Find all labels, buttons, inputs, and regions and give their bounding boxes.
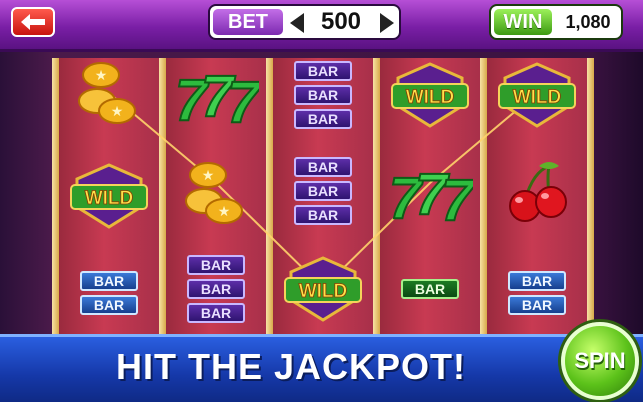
wild-symbol: WILD <box>380 60 480 130</box>
bet-increase-arrow-icon[interactable] <box>380 13 394 33</box>
bar-tile: BAR <box>508 271 566 291</box>
bar-tile: BAR <box>401 279 459 299</box>
promo-banner: HIT THE JACKPOT! <box>0 334 643 402</box>
wild-text: WILD <box>406 87 455 108</box>
slot-reels: ★ ★ WILD BAR BAR 7 7 7 ★ ★ BAR BAR BAR B… <box>52 58 594 334</box>
double-bar-symbol: BAR BAR <box>487 258 587 328</box>
spin-button[interactable]: SPIN <box>561 322 639 400</box>
coins-symbol: ★ ★ <box>166 158 266 228</box>
svg-text:★: ★ <box>218 204 231 220</box>
win-value: 1,080 <box>565 11 611 32</box>
triple-bar-symbol: BAR BAR BAR <box>166 254 266 324</box>
seven-symbol: 7 7 7 <box>380 158 480 228</box>
lucky-seven-icon: 7 7 7 <box>388 161 473 226</box>
bet-value: 500 <box>320 8 362 35</box>
svg-text:7: 7 <box>441 168 473 226</box>
bet-selector: BET 500 <box>208 4 401 40</box>
triple-bar-symbol: BAR BAR BAR <box>273 156 373 226</box>
bar-tile: BAR <box>80 271 138 291</box>
wild-badge-icon: WILD <box>391 62 469 128</box>
wild-text: WILD <box>85 188 134 209</box>
wild-symbol: WILD <box>273 254 373 324</box>
bar-tile: BAR <box>294 85 352 105</box>
svg-text:★: ★ <box>202 168 215 184</box>
bar-tile: BAR <box>294 205 352 225</box>
bar-tile: BAR <box>80 295 138 315</box>
svg-text:7: 7 <box>227 70 259 128</box>
cherry-symbol <box>487 158 587 228</box>
wild-symbol: WILD <box>59 161 159 231</box>
double-bar-symbol: BAR BAR <box>59 258 159 328</box>
wild-badge-icon: WILD <box>284 256 362 322</box>
lucky-seven-icon: 7 7 7 <box>174 63 259 128</box>
gold-coins-icon: ★ ★ <box>78 62 136 124</box>
svg-text:★: ★ <box>95 68 108 84</box>
wild-text: WILD <box>513 87 562 108</box>
bar-tile: BAR <box>187 303 245 323</box>
gold-coins-icon: ★ ★ <box>185 162 243 224</box>
bar-tile: BAR <box>187 255 245 275</box>
svg-text:★: ★ <box>111 104 124 120</box>
single-bar-symbol: BAR <box>380 254 480 324</box>
bar-tile: BAR <box>294 109 352 129</box>
wild-badge-icon: WILD <box>70 163 148 229</box>
banner-text: HIT THE JACKPOT! <box>116 346 467 387</box>
spin-label: SPIN <box>574 348 626 373</box>
wild-text: WILD <box>299 281 348 302</box>
cherry-icon <box>509 162 567 222</box>
coins-symbol: ★ ★ <box>59 58 159 128</box>
bar-tile: BAR <box>508 295 566 315</box>
bet-decrease-arrow-icon[interactable] <box>290 13 304 33</box>
wild-badge-icon: WILD <box>498 62 576 128</box>
triple-bar-symbol: BAR BAR BAR <box>273 60 373 130</box>
bet-label: BET <box>213 9 283 35</box>
back-arrow-icon <box>21 14 45 30</box>
bar-tile: BAR <box>294 61 352 81</box>
bar-tile: BAR <box>187 279 245 299</box>
bar-tile: BAR <box>294 181 352 201</box>
top-bar: BET 500 WIN 1,080 <box>0 0 643 52</box>
win-label: WIN <box>494 9 552 35</box>
back-button[interactable] <box>11 7 55 37</box>
wild-symbol: WILD <box>487 60 587 130</box>
seven-symbol: 7 7 7 <box>166 60 266 130</box>
bar-tile: BAR <box>294 157 352 177</box>
win-display: WIN 1,080 <box>489 4 623 40</box>
